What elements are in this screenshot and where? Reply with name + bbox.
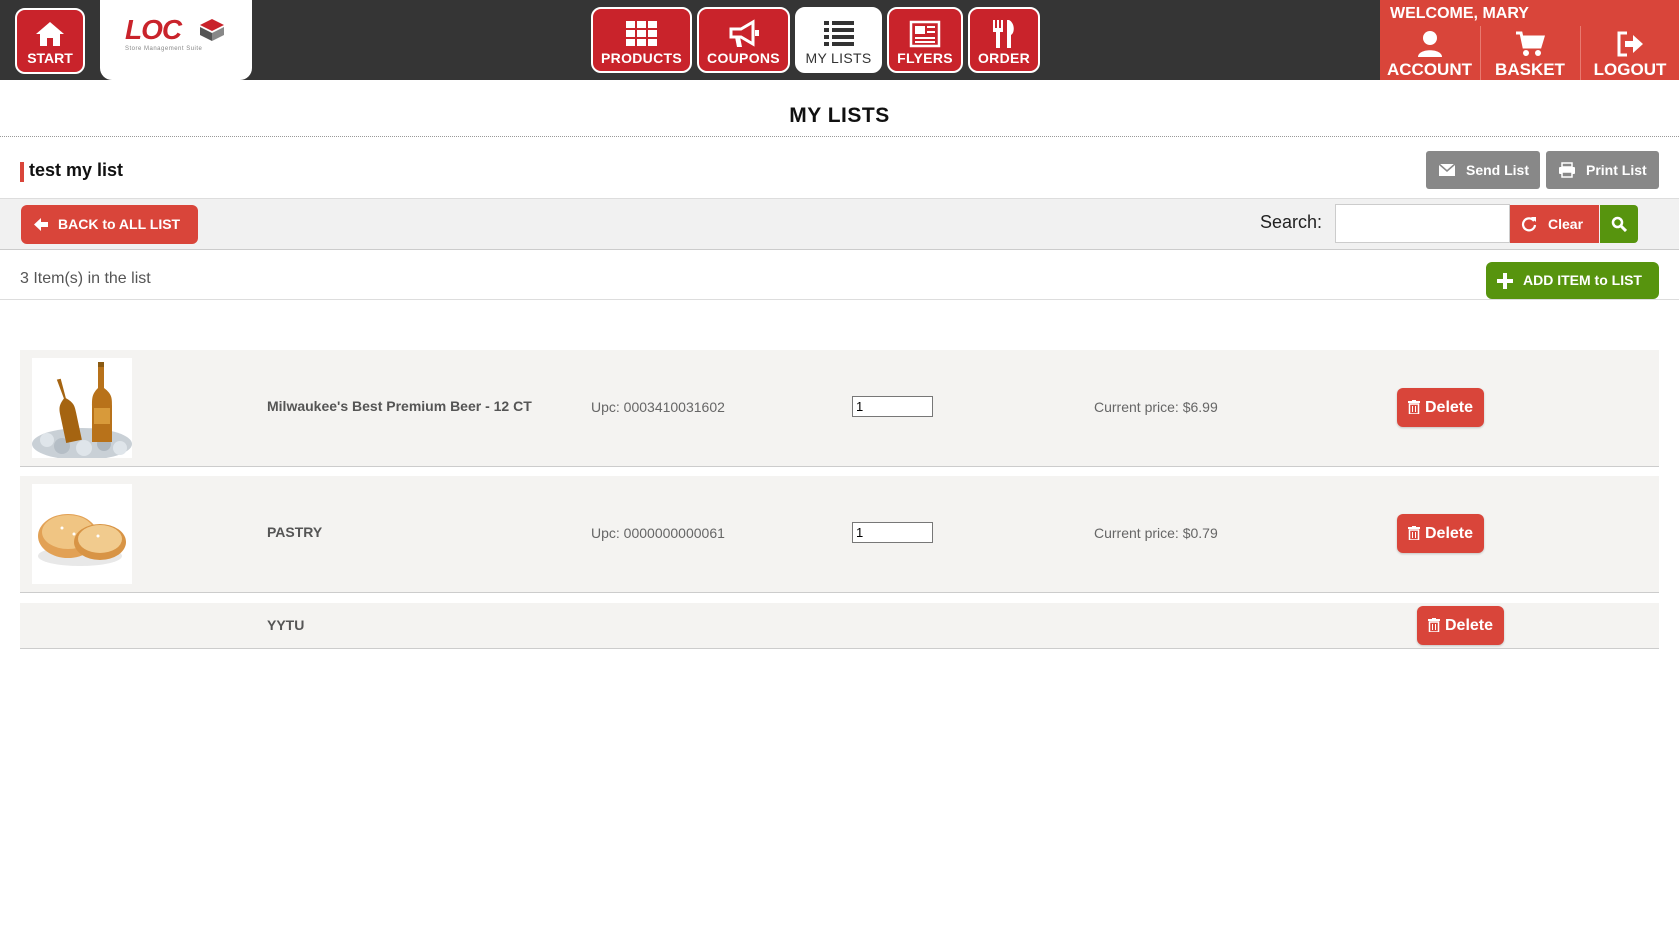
nav-coupons-label: COUPONS [707,50,780,66]
nav-products-button[interactable]: PRODUCTS [591,7,692,73]
search-input[interactable] [1335,204,1510,243]
logout-icon [1617,31,1643,57]
list-name: test my list [29,160,124,180]
divider [0,299,1679,300]
print-list-label: Print List [1586,162,1647,178]
logo-text: LOC [125,14,182,45]
nav-my-lists-button[interactable]: MY LISTS [795,7,882,73]
list-item: Milwaukee's Best Premium Beer - 12 CT Up… [20,350,1659,467]
item-upc: Upc: 0000000000061 [591,525,725,541]
add-item-to-list-button[interactable]: ADD ITEM to LIST [1486,262,1659,299]
search-icon [1611,216,1627,232]
quantity-input[interactable] [852,396,933,417]
logo[interactable]: LOC Store Management Suite [100,0,252,80]
cube-logo-icon [200,19,224,41]
item-name: YYTU [267,617,305,633]
back-label: BACK to ALL LIST [58,216,181,232]
page-title: MY LISTS [789,104,890,127]
search-label: Search: [1260,212,1323,232]
start-label: START [27,50,73,66]
send-list-label: Send List [1466,162,1530,178]
item-name: PASTRY [267,524,323,540]
refresh-icon [1521,217,1537,232]
nav-coupons-button[interactable]: COUPONS [697,7,790,73]
nav-my-lists-label: MY LISTS [805,50,872,66]
delete-label: Delete [1425,525,1474,542]
account-button[interactable]: ACCOUNT [1380,26,1479,80]
user-icon [1417,31,1442,57]
nav-products-label: PRODUCTS [601,50,682,66]
basket-button[interactable]: BASKET [1480,26,1579,80]
newspaper-icon [909,20,941,48]
logout-button[interactable]: LOGOUT [1580,26,1679,80]
plus-icon [1497,273,1513,289]
trash-icon [1408,526,1420,540]
fork-knife-icon [993,20,1014,48]
pastry-image [32,484,132,584]
user-area: WELCOME, MARY ACCOUNT BASKET LOGOUT [1380,0,1679,80]
printer-icon [1559,162,1575,178]
list-name-accent [20,162,24,182]
print-list-button[interactable]: Print List [1546,151,1659,189]
send-list-button[interactable]: Send List [1426,151,1540,189]
trash-icon [1428,618,1440,632]
delete-label: Delete [1425,399,1474,416]
search-button[interactable] [1600,205,1638,243]
list-icon [823,21,854,46]
account-label: ACCOUNT [1387,60,1472,79]
beer-bottles-image [32,358,132,458]
item-price: Current price: $0.79 [1094,525,1218,541]
start-button[interactable]: START [15,8,85,74]
clear-button[interactable]: Clear [1510,205,1599,243]
grid-icon [625,21,657,46]
cart-icon [1516,31,1545,56]
nav-flyers-button[interactable]: FLYERS [887,7,963,73]
megaphone-icon [729,19,759,47]
item-upc: Upc: 0003410031602 [591,399,725,415]
welcome-text: WELCOME, MARY [1390,5,1529,22]
quantity-input[interactable] [852,522,933,543]
trash-icon [1408,400,1420,414]
delete-button[interactable]: Delete [1417,606,1504,645]
arrow-left-icon [34,218,48,231]
delete-button[interactable]: Delete [1397,514,1484,553]
top-navigation-bar: START LOC Store Management Suite PRODUCT… [0,0,1679,80]
item-count: 3 Item(s) in the list [20,270,151,287]
nav-order-button[interactable]: ORDER [968,7,1040,73]
home-icon [36,22,64,46]
clear-label: Clear [1548,216,1584,232]
delete-button[interactable]: Delete [1397,388,1484,427]
item-price: Current price: $6.99 [1094,399,1218,415]
delete-label: Delete [1445,617,1494,634]
nav-flyers-label: FLYERS [897,50,953,66]
item-name: Milwaukee's Best Premium Beer - 12 CT [267,398,532,414]
nav-order-label: ORDER [977,50,1031,66]
title-divider [0,136,1679,137]
list-item: PASTRY Upc: 0000000000061 Current price:… [20,476,1659,593]
back-to-all-list-button[interactable]: BACK to ALL LIST [21,205,198,244]
basket-label: BASKET [1495,60,1565,79]
logout-label: LOGOUT [1593,60,1667,79]
logo-subtitle: Store Management Suite [125,46,203,52]
list-item: YYTU Delete [20,603,1659,649]
add-item-label: ADD ITEM to LIST [1523,272,1642,288]
envelope-icon [1438,163,1456,176]
